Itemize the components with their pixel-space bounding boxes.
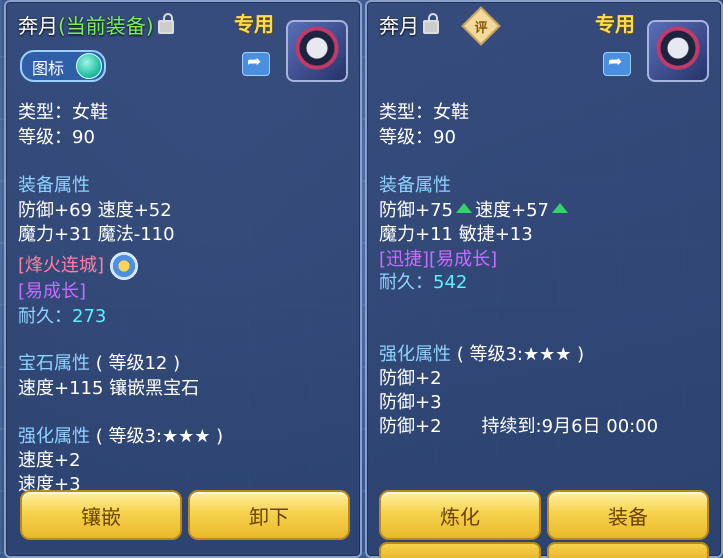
equip-attr-header: 装备属性 [379, 175, 451, 196]
hidden-button-top-edge[interactable] [547, 542, 709, 558]
refine-button[interactable]: 炼化 [379, 490, 541, 540]
special-effect-line: [烽火连城] [18, 251, 139, 280]
gem-level: ( 等级12 ) [95, 353, 181, 374]
enhance-level: ( 等级3:★★★ ) [95, 426, 224, 447]
item-name: 奔月 [18, 14, 58, 38]
rating-badge-label: 评 [474, 20, 488, 36]
share-icon[interactable] [603, 52, 631, 76]
growth-label: [易成长] [18, 281, 87, 302]
item-level: 等级：90 [379, 127, 456, 148]
enhance-duration: 持续到:9月6日 00:00 [481, 416, 659, 437]
attr-line-2: 魔力+31 魔法-110 [18, 224, 175, 245]
gem-header: 宝石属性 [18, 353, 90, 374]
exclusive-label: 专用 [234, 12, 274, 36]
durability-value: 273 [72, 306, 107, 327]
swirl-icon[interactable] [110, 252, 139, 280]
unequip-button[interactable]: 卸下 [188, 490, 350, 540]
equip-attr-header: 装备属性 [18, 175, 90, 196]
rating-badge-icon[interactable]: 评 [461, 6, 501, 46]
icon-toggle[interactable]: 图标 [20, 50, 106, 82]
durability-label: 耐久： [379, 272, 433, 293]
enhance-header: 强化属性 [18, 426, 90, 447]
enhance-attr-header: 强化属性 ( 等级3:★★★ ) [18, 422, 223, 448]
unlock-icon[interactable] [157, 13, 174, 34]
item-type: 类型：女鞋 [379, 102, 469, 123]
attr-line-2: 魔力+11 敏捷+13 [379, 224, 533, 245]
enhance-line-3-value: 防御+2 [379, 416, 442, 437]
enhance-line-1: 速度+2 [18, 450, 81, 471]
equip-button[interactable]: 装备 [547, 490, 709, 540]
attr-speed: 速度+57 [475, 200, 549, 221]
special-effect: [烽火连城] [18, 255, 105, 276]
toggle-label: 图标 [32, 59, 65, 78]
inlay-button[interactable]: 镶嵌 [20, 490, 182, 540]
item-level: 等级：90 [18, 127, 95, 148]
enhance-line-3: 防御+2 持续到:9月6日 00:00 [379, 412, 658, 438]
hidden-button-top-edge[interactable] [379, 542, 541, 558]
attr-line-1: 防御+75 速度+57 [379, 196, 571, 222]
durability: 耐久：542 [379, 268, 467, 294]
current-equipped-label: (当前装备) [58, 14, 154, 38]
item-type: 类型：女鞋 [18, 102, 108, 123]
durability: 耐久：273 [18, 302, 106, 328]
enhance-line-1: 防御+2 [379, 368, 442, 389]
toggle-knob [76, 53, 102, 79]
item-icon [286, 20, 348, 82]
arrow-up-icon [456, 203, 472, 213]
compare-equipment-panel: 奔月 评 专用 类型：女鞋 等级：90 装备属性 防御+75 速度+57 魔力+1… [365, 0, 723, 558]
attr-line-1: 防御+69 速度+52 [18, 200, 172, 221]
gem-attr-header: 宝石属性 ( 等级12 ) [18, 349, 180, 375]
arrow-up-icon [552, 203, 568, 213]
enhance-level: ( 等级3:★★★ ) [456, 344, 585, 365]
enhance-header: 强化属性 [379, 344, 451, 365]
attr-defense: 防御+75 [379, 200, 453, 221]
share-icon[interactable] [242, 52, 270, 76]
exclusive-label: 专用 [595, 12, 635, 36]
item-title: 奔月(当前装备) [18, 10, 174, 39]
item-name: 奔月 [379, 14, 419, 38]
gem-line: 速度+115 镶嵌黑宝石 [18, 378, 200, 399]
unlock-icon[interactable] [423, 13, 439, 34]
item-icon [647, 20, 709, 82]
durability-label: 耐久： [18, 306, 72, 327]
durability-value: 542 [433, 272, 468, 293]
item-title: 奔月 [379, 10, 439, 39]
enhance-line-2: 防御+3 [379, 392, 442, 413]
current-equipment-panel: 奔月(当前装备) 专用 图标 类型：女鞋 等级：90 装备属性 防御+69 速度… [4, 0, 362, 558]
enhance-attr-header: 强化属性 ( 等级3:★★★ ) [379, 340, 584, 366]
